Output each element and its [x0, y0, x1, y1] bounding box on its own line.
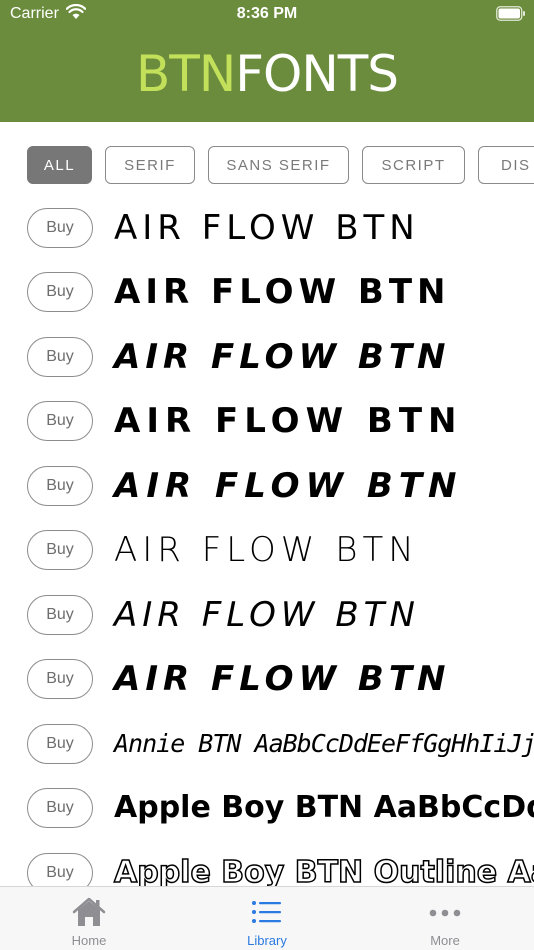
buy-button[interactable]: Buy — [27, 595, 93, 635]
app-header: BTNFONTS — [0, 30, 534, 122]
tab-library-label: Library — [247, 933, 287, 948]
font-row: Buy Air Flow BTN — [0, 325, 534, 389]
buy-button[interactable]: Buy — [27, 272, 93, 312]
brand-logo: BTNFONTS — [0, 44, 534, 104]
buy-button[interactable]: Buy — [27, 853, 93, 886]
font-row: Buy Apple Boy BTN AaBbCcDdEe — [0, 776, 534, 840]
font-sample[interactable]: Air Flow BTN — [114, 464, 462, 508]
list-icon — [252, 901, 281, 923]
buy-button[interactable]: Buy — [27, 466, 93, 506]
font-row: Buy Air Flow BTN — [0, 454, 534, 518]
font-sample[interactable]: Apple Boy BTN AaBbCcDdEe — [114, 786, 534, 830]
font-sample[interactable]: Air Flow BTN — [114, 335, 450, 379]
filter-display[interactable]: DIS — [478, 146, 534, 184]
tab-home[interactable]: Home — [0, 887, 178, 950]
category-filter-bar[interactable]: ALL SERIF SANS SERIF SCRIPT DIS — [0, 146, 534, 186]
logo-part-btn: BTN — [135, 45, 236, 103]
tab-library[interactable]: Library — [178, 887, 356, 950]
font-row: Buy Annie BTN AaBbCcDdEeFfGgHhIiJjKkLlMm… — [0, 712, 534, 776]
tab-more[interactable]: More — [356, 887, 534, 950]
tab-more-label: More — [430, 933, 460, 948]
tab-bar: Home Library More — [0, 886, 534, 950]
font-sample[interactable]: Air Flow BTN — [114, 593, 420, 637]
buy-button[interactable]: Buy — [27, 401, 93, 441]
status-time: 8:36 PM — [236, 5, 298, 22]
font-sample[interactable]: Air Flow BTN — [114, 657, 450, 701]
font-sample[interactable]: Air Flow BTN — [114, 399, 462, 443]
battery-icon — [496, 6, 525, 21]
buy-button[interactable]: Buy — [27, 788, 93, 828]
buy-button[interactable]: Buy — [27, 337, 93, 377]
font-row: Buy Air Flow BTN — [0, 260, 534, 324]
buy-button[interactable]: Buy — [27, 530, 93, 570]
more-dots-icon — [429, 909, 461, 917]
font-list[interactable]: Buy Air Flow BTN Buy Air Flow BTN Buy Ai… — [0, 196, 534, 886]
tab-home-label: Home — [71, 933, 107, 948]
font-row: Buy Apple Boy BTN Outline Aa — [0, 841, 534, 886]
font-row: Buy Air Flow BTN — [0, 518, 534, 582]
house-icon — [72, 897, 106, 926]
filter-all[interactable]: ALL — [27, 146, 92, 184]
filter-sans-serif[interactable]: SANS SERIF — [208, 146, 349, 184]
buy-button[interactable]: Buy — [27, 208, 93, 248]
filter-script[interactable]: SCRIPT — [362, 146, 465, 184]
font-sample[interactable]: Air Flow BTN — [114, 528, 419, 572]
font-row: Buy Air Flow BTN — [0, 196, 534, 260]
font-sample[interactable]: Apple Boy BTN Outline Aa — [113, 851, 534, 886]
filter-serif[interactable]: SERIF — [105, 146, 195, 184]
logo-part-fonts: FONTS — [235, 45, 399, 103]
font-row: Buy Air Flow BTN — [0, 389, 534, 453]
buy-button[interactable]: Buy — [27, 724, 93, 764]
font-sample[interactable]: Air Flow BTN — [114, 206, 420, 250]
font-row: Buy Air Flow BTN — [0, 583, 534, 647]
status-bar: Carrier 8:36 PM — [0, 0, 534, 30]
font-sample[interactable]: Air Flow BTN — [114, 270, 450, 314]
font-sample[interactable]: Annie BTN AaBbCcDdEeFfGgHhIiJjKkLlMmNn — [114, 722, 534, 766]
font-row: Buy Air Flow BTN — [0, 647, 534, 711]
buy-button[interactable]: Buy — [27, 659, 93, 699]
